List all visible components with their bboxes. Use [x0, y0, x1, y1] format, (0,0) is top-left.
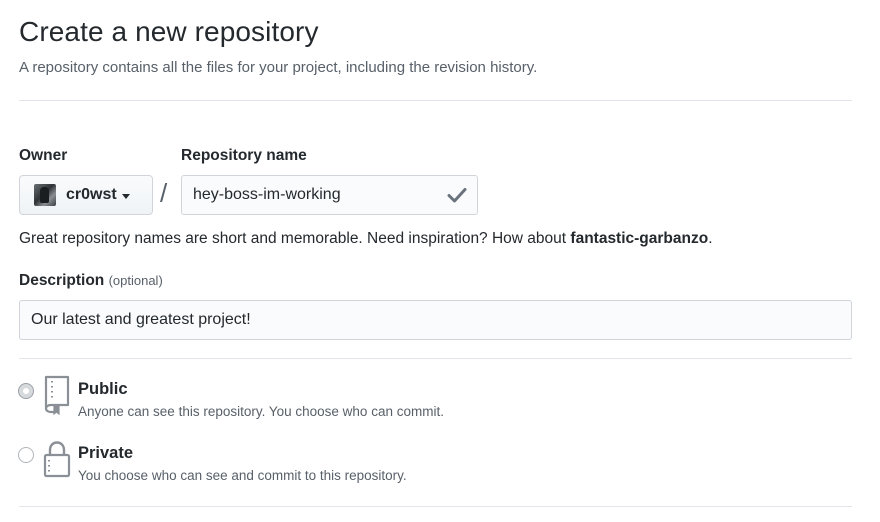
check-icon	[447, 188, 467, 203]
description-input[interactable]	[19, 300, 852, 340]
description-label: Description (optional)	[19, 272, 163, 290]
header-divider	[19, 100, 852, 101]
user-avatar-icon	[34, 184, 56, 206]
public-option-title[interactable]: Public	[78, 380, 128, 399]
hint-text: Great repository names are short and mem…	[19, 230, 571, 247]
owner-label: Owner	[19, 147, 68, 164]
repository-name-label: Repository name	[181, 147, 307, 164]
public-radio[interactable]	[18, 383, 34, 399]
private-radio[interactable]	[18, 447, 34, 463]
page-title: Create a new repository	[19, 16, 319, 47]
caret-down-icon	[121, 193, 130, 199]
bottom-divider	[19, 506, 852, 507]
owner-repo-separator: /	[160, 178, 168, 208]
description-label-text: Description	[19, 272, 105, 289]
private-option-title[interactable]: Private	[78, 444, 133, 463]
owner-select-button[interactable]: cr0wst	[19, 175, 153, 215]
lock-icon	[43, 441, 71, 478]
owner-name: cr0wst	[66, 186, 117, 203]
name-suggestion[interactable]: fantastic-garbanzo	[570, 230, 708, 247]
visibility-divider	[19, 358, 852, 359]
repository-name-hint: Great repository names are short and mem…	[19, 230, 713, 248]
public-option-desc: Anyone can see this repository. You choo…	[78, 404, 444, 419]
repo-book-icon	[44, 375, 70, 415]
repository-name-input[interactable]	[181, 175, 478, 215]
private-option-desc: You choose who can see and commit to thi…	[78, 468, 407, 483]
page-subtitle: A repository contains all the files for …	[19, 59, 538, 76]
optional-tag: (optional)	[108, 273, 163, 288]
hint-end: .	[708, 230, 713, 247]
